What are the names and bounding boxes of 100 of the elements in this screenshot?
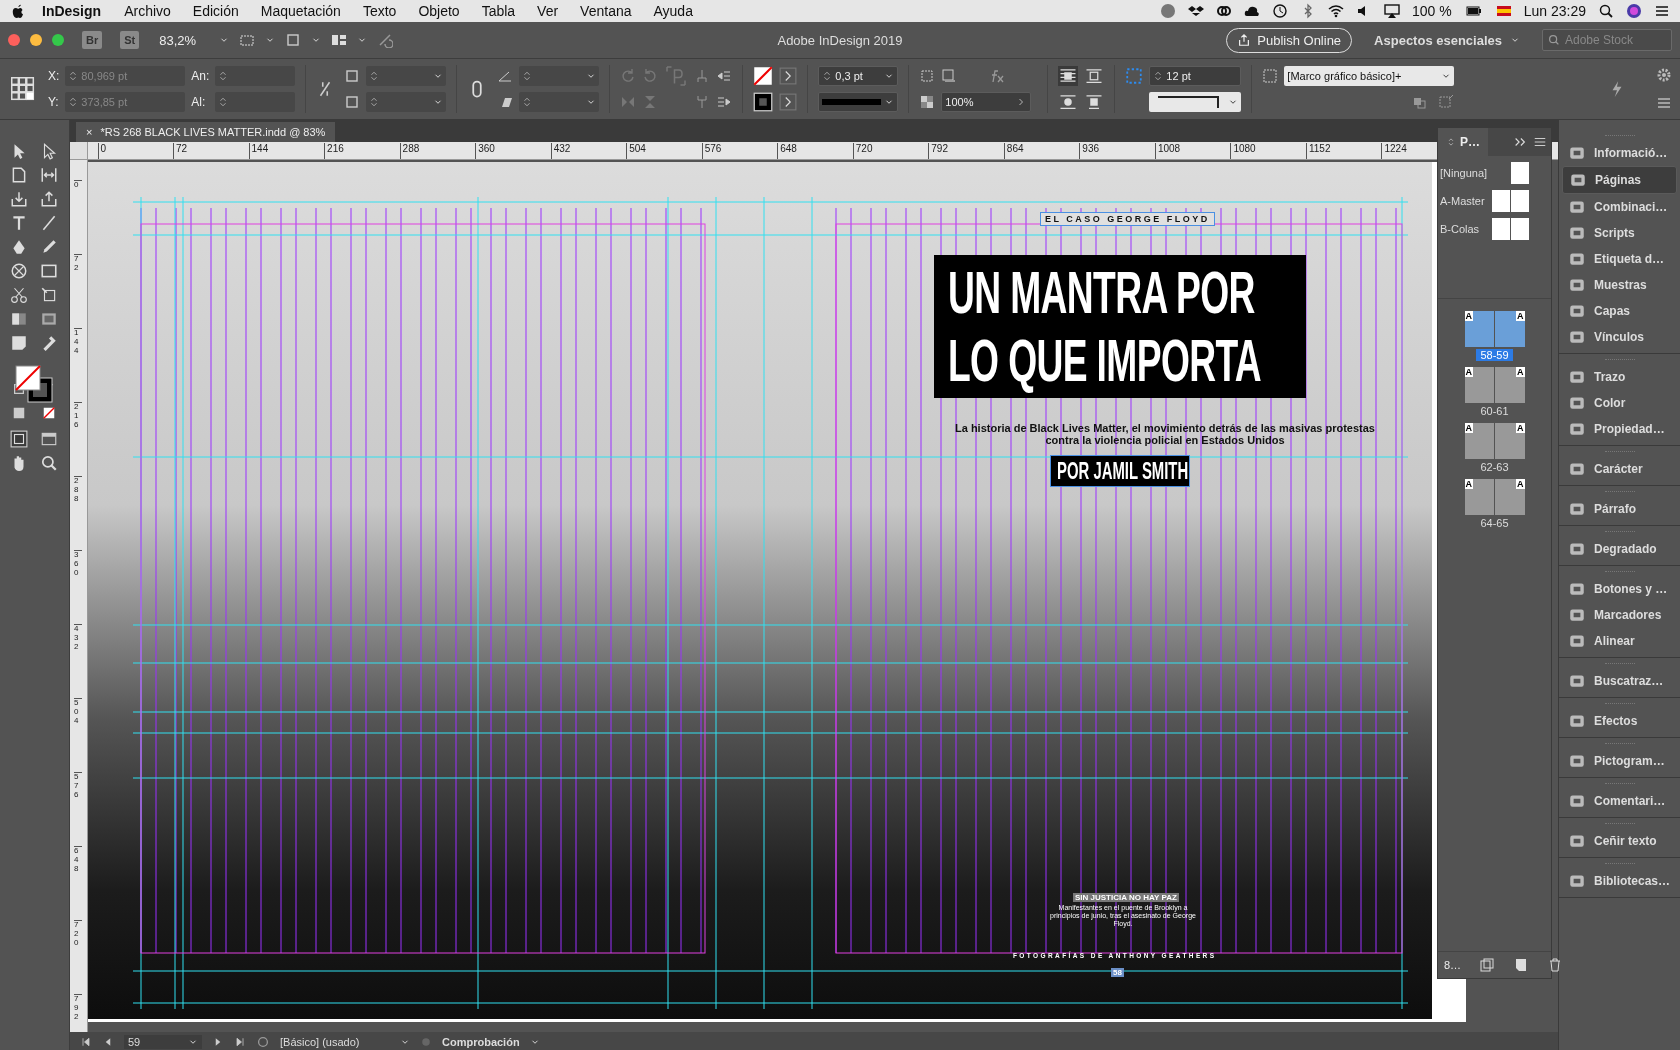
panel-tab[interactable]: Carácter: [1562, 456, 1677, 482]
settings-icon[interactable]: [1656, 67, 1672, 83]
stroke-type-dropdown[interactable]: [818, 92, 899, 112]
shear-field[interactable]: [519, 92, 600, 112]
document-tab[interactable]: × *RS 268 BLACK LIVES MATTER.indd @ 83%: [76, 122, 336, 142]
scale-x-icon[interactable]: [344, 68, 361, 84]
battery-icon[interactable]: [1463, 3, 1484, 19]
menu-item[interactable]: Ver: [526, 3, 570, 19]
panel-tab[interactable]: Botones y …: [1562, 576, 1677, 602]
menu-item[interactable]: Ayuda: [642, 3, 704, 19]
panel-tab[interactable]: Propiedad…: [1562, 416, 1677, 442]
panel-tab[interactable]: Informació…: [1562, 140, 1677, 166]
panel-menu-icon[interactable]: [1656, 95, 1672, 111]
panel-tab[interactable]: Capas: [1562, 298, 1677, 324]
menu-item[interactable]: Texto: [351, 3, 408, 19]
menu-item[interactable]: Edición: [181, 3, 250, 19]
menu-clock[interactable]: Lun 23:29: [1523, 3, 1586, 19]
reload-icon[interactable]: [256, 1035, 270, 1049]
chevron-right-icon[interactable]: [779, 93, 798, 111]
panel-menu-icon[interactable]: [1533, 135, 1547, 149]
minimize-button[interactable]: [30, 34, 42, 46]
panel-tab[interactable]: Buscatraz…: [1562, 668, 1677, 694]
panel-tab[interactable]: Páginas: [1562, 166, 1677, 194]
frame-fitting-icon[interactable]: [919, 68, 936, 84]
zoom-level[interactable]: 83,2%: [159, 32, 210, 48]
panel-icon[interactable]: [1568, 144, 1586, 162]
rectangle-icon[interactable]: [40, 262, 58, 280]
panel-tab[interactable]: Combinaci…: [1562, 194, 1677, 220]
preview-mode-icon[interactable]: [40, 430, 58, 448]
menu-item[interactable]: Ventana: [569, 3, 643, 19]
panel-tab[interactable]: Comentari…: [1562, 788, 1677, 814]
panel-tab[interactable]: Bibliotecas…: [1562, 868, 1677, 894]
panel-icon[interactable]: [1568, 752, 1586, 770]
scissors-icon[interactable]: [10, 286, 28, 304]
panel-icon[interactable]: [1568, 224, 1586, 242]
airplay-icon[interactable]: [1384, 3, 1400, 19]
wrap-object-shape-icon[interactable]: [1058, 92, 1079, 112]
sort-icon[interactable]: [1446, 136, 1456, 148]
width-field[interactable]: [215, 66, 296, 86]
content-collector-icon[interactable]: [10, 190, 28, 208]
select-next-icon[interactable]: [716, 94, 733, 110]
drop-shadow-icon[interactable]: [941, 68, 958, 84]
column-gap-icon[interactable]: [1125, 67, 1144, 85]
gradient-feather-icon[interactable]: [40, 310, 58, 328]
expand-panel-icon[interactable]: [1513, 135, 1527, 149]
page-spread-item[interactable]: A A 60-61: [1464, 367, 1525, 417]
menu-item[interactable]: Archivo: [113, 3, 182, 19]
panel-tab[interactable]: Vínculos: [1562, 324, 1677, 350]
status-dot-icon[interactable]: [420, 1036, 432, 1048]
panel-icon[interactable]: [1568, 368, 1586, 386]
panel-tab[interactable]: Pictogram…: [1562, 748, 1677, 774]
stock-button[interactable]: St: [120, 31, 140, 49]
first-page-icon[interactable]: [80, 1036, 92, 1048]
normal-view-icon[interactable]: [10, 430, 28, 448]
search-icon[interactable]: [1598, 3, 1614, 19]
frame-icon[interactable]: [10, 262, 28, 280]
panel-icon[interactable]: [1568, 792, 1586, 810]
panel-tab[interactable]: Párrafo: [1562, 496, 1677, 522]
panel-icon[interactable]: [1568, 540, 1586, 558]
menu-icon[interactable]: [1654, 3, 1670, 19]
workspace-switcher[interactable]: Aspectos esenciales: [1374, 32, 1520, 48]
panel-tab[interactable]: Etiqueta d…: [1562, 246, 1677, 272]
panel-icon[interactable]: [1568, 672, 1586, 690]
apply-none-icon[interactable]: [42, 406, 56, 420]
object-style-dropdown[interactable]: [Marco gráfico básico]+: [1284, 66, 1455, 86]
arrange-documents-icon[interactable]: [331, 32, 348, 48]
chevron-right-icon[interactable]: [779, 67, 798, 85]
scale-x-field[interactable]: [366, 66, 447, 86]
wrap-jump-icon[interactable]: [1084, 66, 1105, 86]
page-spread-item[interactable]: A A 64-65: [1464, 479, 1525, 529]
panel-tab[interactable]: Muestras: [1562, 272, 1677, 298]
panel-icon[interactable]: [1568, 250, 1586, 268]
page-field[interactable]: 59: [124, 1035, 202, 1049]
panel-tab[interactable]: Efectos: [1562, 708, 1677, 734]
page-spread-item[interactable]: A A 58-59: [1464, 311, 1525, 361]
apply-color-icon[interactable]: [12, 406, 26, 420]
panel-tab[interactable]: Alinear: [1562, 628, 1677, 654]
panel-icon[interactable]: [1568, 832, 1586, 850]
menu-item[interactable]: Objeto: [407, 3, 471, 19]
close-button[interactable]: [8, 34, 20, 46]
zoom-icon[interactable]: [40, 454, 58, 472]
screen-mode-icon[interactable]: [285, 32, 302, 48]
panel-icon[interactable]: [1568, 460, 1586, 478]
panel-tab[interactable]: Degradado: [1562, 536, 1677, 562]
page-spread-item[interactable]: A A 62-63: [1464, 423, 1525, 473]
apple-logo-icon[interactable]: [10, 3, 26, 19]
height-field[interactable]: [215, 92, 296, 112]
formatting-container-icon[interactable]: [12, 382, 26, 396]
pages-panel-tab[interactable]: P…: [1438, 128, 1488, 156]
rotation-field[interactable]: [519, 66, 600, 86]
panel-tab[interactable]: Ceñir texto: [1562, 828, 1677, 854]
panel-icon[interactable]: [1568, 606, 1586, 624]
flag-icon[interactable]: [1495, 3, 1512, 19]
last-page-icon[interactable]: [234, 1036, 246, 1048]
panel-icon[interactable]: [1568, 328, 1586, 346]
panel-tab[interactable]: Color: [1562, 390, 1677, 416]
opacity-icon[interactable]: [919, 94, 936, 110]
close-tab-icon[interactable]: ×: [86, 126, 93, 138]
line-tool-icon[interactable]: [40, 214, 58, 232]
preflight-status[interactable]: Comprobación: [442, 1036, 520, 1048]
